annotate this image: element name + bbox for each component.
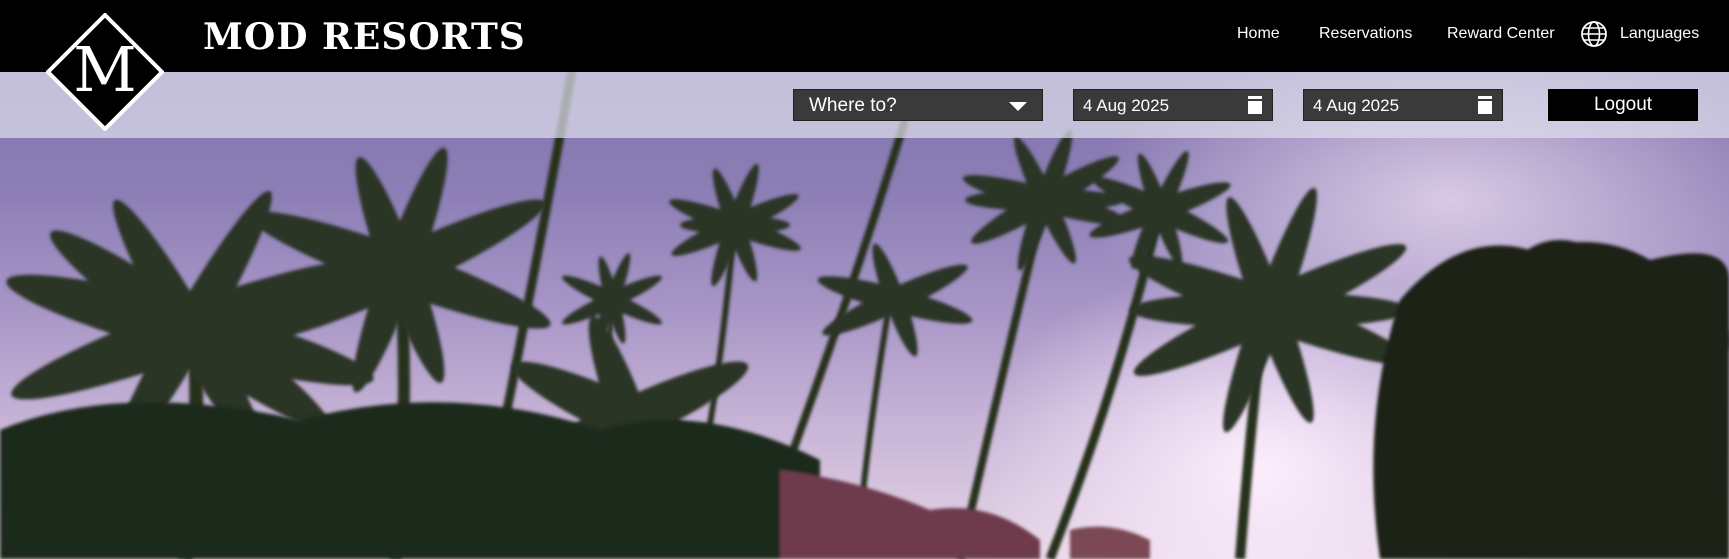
check-out-value: 4 Aug 2025 [1313, 96, 1400, 115]
destination-dropdown[interactable]: Where to? [793, 89, 1043, 121]
calendar-icon[interactable] [1478, 96, 1492, 114]
nav-reservations[interactable]: Reservations [1319, 25, 1412, 43]
calendar-icon[interactable] [1248, 96, 1262, 114]
logo-letter: M [73, 33, 137, 106]
check-in-value: 4 Aug 2025 [1083, 96, 1170, 115]
check-out-date-field[interactable]: 4 Aug 2025 [1303, 89, 1503, 121]
caret-down-icon [1009, 102, 1027, 111]
nav-reward-center[interactable]: Reward Center [1447, 25, 1555, 43]
top-navigation-bar: MOD RESORTS Home Reservations Reward Cen… [0, 0, 1729, 72]
nav-languages[interactable]: Languages [1620, 25, 1699, 43]
globe-icon[interactable] [1580, 20, 1608, 48]
destination-value: Where to? [809, 95, 897, 116]
check-in-date-field[interactable]: 4 Aug 2025 [1073, 89, 1273, 121]
brand-name[interactable]: MOD RESORTS [203, 16, 526, 58]
logout-button[interactable]: Logout [1548, 89, 1698, 121]
nav-home[interactable]: Home [1237, 25, 1280, 43]
